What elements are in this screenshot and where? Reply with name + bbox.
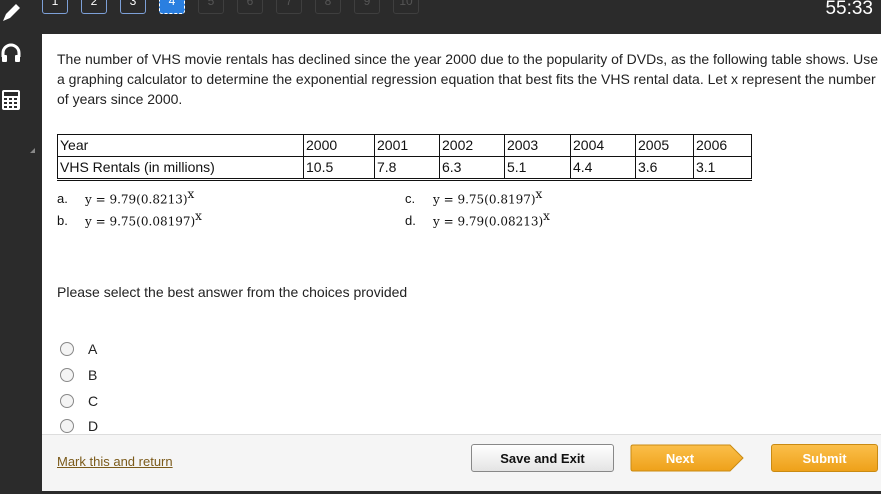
headphones-icon[interactable] [0,38,22,68]
exponent: x [195,209,202,223]
table-cell: 2003 [504,134,571,157]
panel-corner [30,148,35,153]
table-cell: 10.5 [303,156,375,181]
choice-c: c. y = 9.75(0.8197)x [405,187,542,206]
option-label: A [88,341,98,357]
choice-a-label: a. [57,191,68,207]
table-row: Year 2000 2001 2002 2003 2004 2005 2006 [57,134,752,157]
footer-bar: Mark this and return Save and Exit Next … [42,434,881,491]
choice-c-label: c. [405,191,416,207]
table-row: VHS Rentals (in millions) 10.5 7.8 6.3 5… [57,156,752,181]
question-panel: The number of VHS movie rentals has decl… [42,34,881,434]
choice-b-equation: y = 9.75(0.08197) [85,214,196,229]
radio-button[interactable] [60,394,74,408]
option-c[interactable]: C [60,393,98,409]
top-bar: 1 2 3 4 5 6 7 8 9 10 55:33 [0,0,881,34]
question-6-button[interactable]: 6 [237,0,263,14]
exponent: x [535,187,543,201]
question-navigator: 1 2 3 4 5 6 7 8 9 10 [42,0,419,14]
choice-d-label: d. [405,213,416,229]
question-3-button[interactable]: 3 [120,0,146,14]
choice-d: d. y = 9.79(0.08213)x [405,209,550,228]
option-a[interactable]: A [60,341,97,357]
choice-b: b. y = 9.75(0.08197)x [57,209,202,228]
table-cell: VHS Rentals (in millions) [57,156,304,181]
table-cell: 6.3 [439,156,505,181]
choice-a-equation: y = 9.79(0.8213) [85,192,188,207]
question-10-button[interactable]: 10 [393,0,419,14]
table-cell: Year [57,134,304,157]
table-cell: 2006 [693,134,752,157]
question-7-button[interactable]: 7 [276,0,302,14]
table-cell: 3.6 [635,156,694,181]
pencil-icon[interactable] [0,0,22,28]
table-cell: 5.1 [504,156,571,181]
option-b[interactable]: B [60,367,97,383]
radio-button[interactable] [60,342,74,356]
question-1-button[interactable]: 1 [42,0,68,14]
choice-c-equation: y = 9.75(0.8197) [433,192,536,207]
submit-button[interactable]: Submit [771,444,878,472]
data-table: Year 2000 2001 2002 2003 2004 2005 2006 … [57,134,752,181]
tool-sidebar [0,4,42,494]
mark-and-return-link[interactable]: Mark this and return [57,454,173,469]
next-button-label: Next [665,450,695,466]
question-2-button[interactable]: 2 [81,0,107,14]
table-cell: 2001 [374,134,440,157]
table-cell: 2000 [303,134,375,157]
question-5-button[interactable]: 5 [198,0,224,14]
table-cell: 2004 [570,134,636,157]
table-cell: 3.1 [693,156,752,181]
question-4-button[interactable]: 4 [159,0,185,14]
exponent: x [543,209,550,223]
question-8-button[interactable]: 8 [315,0,341,14]
radio-button[interactable] [60,368,74,382]
save-and-exit-button[interactable]: Save and Exit [471,444,614,472]
choice-d-equation: y = 9.79(0.08213) [433,214,544,229]
choice-a: a. y = 9.79(0.8213)x [57,187,194,206]
answer-prompt: Please select the best answer from the c… [57,284,408,300]
question-9-button[interactable]: 9 [354,0,380,14]
question-text: The number of VHS movie rentals has decl… [57,51,879,107]
radio-button[interactable] [60,419,74,433]
choice-b-label: b. [57,213,68,229]
option-label: B [88,367,98,383]
option-d[interactable]: D [60,418,98,434]
table-cell: 2005 [635,134,694,157]
timer: 55:33 [825,0,873,19]
calculator-icon[interactable] [0,85,22,115]
table-cell: 7.8 [374,156,440,181]
option-label: C [88,393,99,409]
option-label: D [88,418,99,434]
table-cell: 4.4 [570,156,636,181]
exponent: x [187,187,195,201]
table-cell: 2002 [439,134,505,157]
